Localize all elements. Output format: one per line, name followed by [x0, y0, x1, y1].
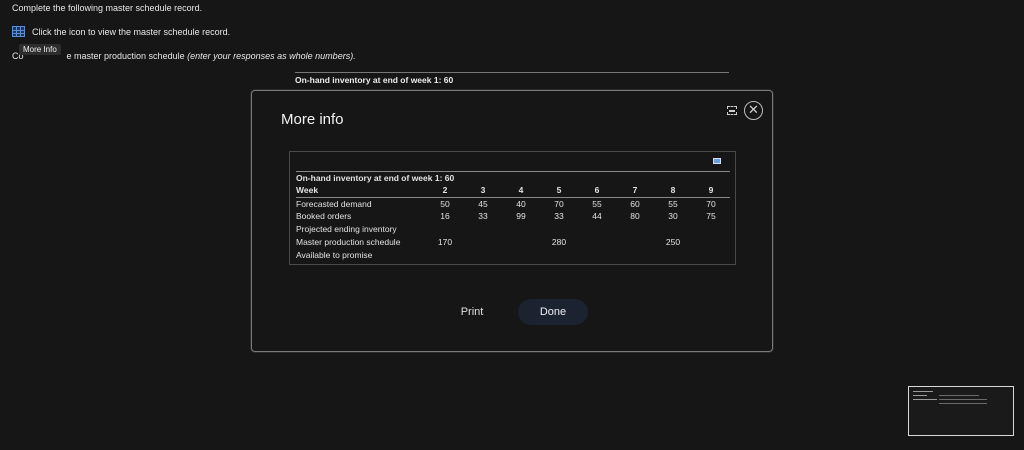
table-title: On-hand inventory at end of week 1: 60 [296, 171, 730, 185]
week-header: 9 [692, 184, 730, 198]
maximize-icon[interactable] [727, 106, 737, 115]
row-label: Projected ending inventory [296, 224, 397, 235]
master-schedule-table: On-hand inventory at end of week 1: 60 W… [296, 171, 730, 261]
table-cell [464, 248, 502, 261]
table-cell [540, 223, 578, 236]
table-cell [616, 235, 654, 248]
dialog-title: More info [281, 111, 344, 128]
table-row: Projected ending inventory [296, 223, 730, 236]
table-cell [502, 248, 540, 261]
week-header: 8 [654, 184, 692, 198]
table-cell [464, 223, 502, 236]
instruction-complete: Co e master production schedule (enter yo… [12, 51, 356, 61]
print-button[interactable]: Print [446, 301, 498, 323]
page-thumbnail[interactable] [908, 386, 1014, 436]
table-cell: 33 [478, 211, 488, 222]
view-record-link[interactable]: Click the icon to view the master schedu… [32, 27, 230, 37]
table-grid-icon[interactable] [12, 26, 25, 37]
table-cell: 50 [440, 198, 450, 209]
row-label: Booked orders [296, 211, 352, 222]
table-header-row: Week 2 3 4 5 6 7 8 9 [296, 184, 730, 198]
bg-table-title: On-hand inventory at end of week 1: 60 [295, 72, 729, 85]
table-cell: 33 [554, 211, 564, 222]
table-cell: 55 [668, 198, 678, 209]
week-header: 4 [502, 184, 540, 198]
table-cell: 70 [706, 198, 716, 209]
table-cell: 80 [630, 211, 640, 222]
table-cell: 40 [516, 198, 526, 209]
table-cell [692, 248, 730, 261]
table-cell [578, 248, 616, 261]
copy-icon[interactable] [713, 158, 721, 164]
table-cell: 99 [516, 211, 526, 222]
table-cell [578, 223, 616, 236]
table-cell: 16 [440, 211, 450, 222]
table-cell [654, 223, 692, 236]
table-cell: 44 [592, 211, 602, 222]
instruction-text: Complete the following master schedule r… [12, 3, 203, 13]
table-cell: 170 [437, 236, 453, 247]
table-cell [502, 223, 540, 236]
week-header: 2 [426, 184, 464, 198]
row-label: Forecasted demand [296, 198, 372, 209]
week-header: 5 [540, 184, 578, 198]
table-row: Master production schedule 170 280 250 [296, 235, 730, 248]
row-label: Available to promise [296, 249, 373, 260]
table-cell: 280 [551, 236, 567, 247]
table-cell: 75 [706, 211, 716, 222]
header-label: Week [296, 184, 426, 198]
more-info-tooltip: More Info [19, 44, 61, 55]
table-cell [426, 223, 464, 236]
table-cell [616, 248, 654, 261]
table-row: Forecasted demand 50 45 40 70 55 60 55 7… [296, 197, 730, 210]
week-header: 6 [578, 184, 616, 198]
table-cell: 70 [554, 198, 564, 209]
table-row: Available to promise [296, 248, 730, 261]
table-cell [616, 223, 654, 236]
table-cell [692, 235, 730, 248]
done-button[interactable]: Done [518, 299, 588, 325]
table-cell [464, 235, 502, 248]
table-cell: 30 [668, 211, 678, 222]
row-label: Master production schedule [296, 236, 401, 247]
table-cell [540, 248, 578, 261]
table-cell: 55 [592, 198, 602, 209]
more-info-dialog: More info ✕ On-hand inventory at end of … [251, 90, 773, 352]
table-cell [502, 235, 540, 248]
week-header: 7 [616, 184, 654, 198]
table-cell: 45 [478, 198, 488, 209]
close-icon[interactable]: ✕ [744, 101, 763, 120]
table-cell [692, 223, 730, 236]
table-cell [426, 248, 464, 261]
table-row: Booked orders 16 33 99 33 44 80 30 75 [296, 210, 730, 223]
table-cell: 60 [630, 198, 640, 209]
table-cell [578, 235, 616, 248]
table-cell: 250 [665, 236, 681, 247]
table-cell [654, 248, 692, 261]
week-header: 3 [464, 184, 502, 198]
